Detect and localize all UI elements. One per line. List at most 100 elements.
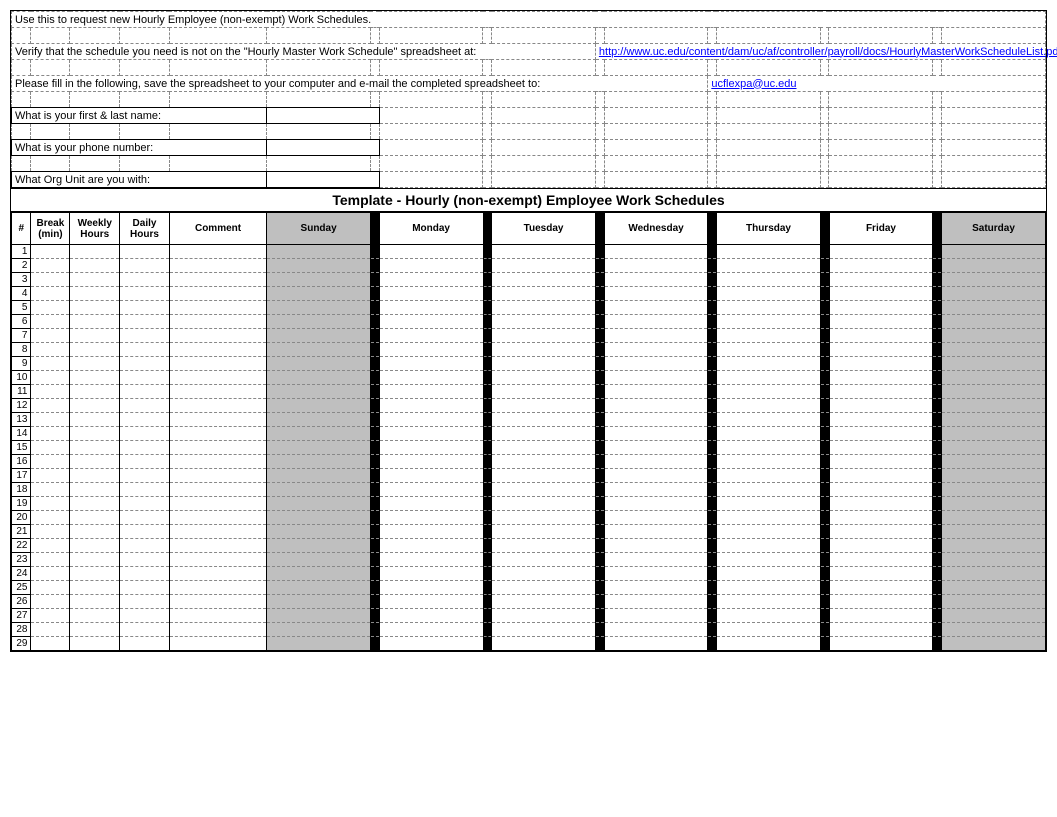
day-cell[interactable] — [717, 441, 821, 455]
day-cell[interactable] — [492, 637, 596, 651]
day-cell[interactable] — [492, 595, 596, 609]
day-cell[interactable] — [379, 441, 483, 455]
day-cell[interactable] — [379, 581, 483, 595]
cell[interactable] — [70, 539, 120, 553]
cell[interactable] — [70, 427, 120, 441]
day-cell[interactable] — [379, 245, 483, 259]
day-cell[interactable] — [942, 483, 1046, 497]
cell[interactable] — [70, 623, 120, 637]
day-cell[interactable] — [942, 553, 1046, 567]
day-cell[interactable] — [379, 427, 483, 441]
day-cell[interactable] — [942, 329, 1046, 343]
day-cell[interactable] — [492, 357, 596, 371]
cell[interactable] — [31, 497, 70, 511]
day-cell[interactable] — [379, 287, 483, 301]
day-cell[interactable] — [829, 609, 933, 623]
cell[interactable] — [169, 315, 266, 329]
day-cell[interactable] — [717, 413, 821, 427]
cell[interactable] — [169, 413, 266, 427]
day-cell[interactable] — [604, 483, 708, 497]
day-cell[interactable] — [942, 301, 1046, 315]
day-cell[interactable] — [267, 343, 371, 357]
cell[interactable] — [31, 539, 70, 553]
day-cell[interactable] — [379, 595, 483, 609]
cell[interactable] — [31, 525, 70, 539]
cell[interactable] — [70, 609, 120, 623]
day-cell[interactable] — [267, 329, 371, 343]
cell[interactable] — [120, 623, 170, 637]
day-cell[interactable] — [492, 581, 596, 595]
cell[interactable] — [120, 637, 170, 651]
day-cell[interactable] — [267, 553, 371, 567]
cell[interactable] — [120, 343, 170, 357]
day-cell[interactable] — [942, 511, 1046, 525]
day-cell[interactable] — [717, 273, 821, 287]
day-cell[interactable] — [492, 455, 596, 469]
day-cell[interactable] — [267, 539, 371, 553]
day-cell[interactable] — [379, 329, 483, 343]
day-cell[interactable] — [267, 371, 371, 385]
day-cell[interactable] — [492, 427, 596, 441]
day-cell[interactable] — [604, 525, 708, 539]
day-cell[interactable] — [492, 497, 596, 511]
day-cell[interactable] — [717, 259, 821, 273]
cell[interactable] — [169, 455, 266, 469]
day-cell[interactable] — [492, 315, 596, 329]
day-cell[interactable] — [604, 329, 708, 343]
day-cell[interactable] — [942, 623, 1046, 637]
day-cell[interactable] — [379, 301, 483, 315]
cell[interactable] — [120, 245, 170, 259]
day-cell[interactable] — [717, 469, 821, 483]
day-cell[interactable] — [492, 343, 596, 357]
cell[interactable] — [70, 371, 120, 385]
day-cell[interactable] — [942, 413, 1046, 427]
cell[interactable] — [31, 483, 70, 497]
cell[interactable] — [120, 525, 170, 539]
day-cell[interactable] — [829, 553, 933, 567]
day-cell[interactable] — [829, 399, 933, 413]
day-cell[interactable] — [942, 385, 1046, 399]
cell[interactable] — [169, 595, 266, 609]
cell[interactable] — [169, 581, 266, 595]
day-cell[interactable] — [829, 273, 933, 287]
day-cell[interactable] — [717, 329, 821, 343]
day-cell[interactable] — [267, 259, 371, 273]
cell[interactable] — [120, 581, 170, 595]
cell[interactable] — [31, 441, 70, 455]
cell[interactable] — [31, 245, 70, 259]
cell[interactable] — [120, 301, 170, 315]
cell[interactable] — [70, 595, 120, 609]
cell[interactable] — [169, 567, 266, 581]
day-cell[interactable] — [492, 483, 596, 497]
cell[interactable] — [169, 301, 266, 315]
cell[interactable] — [31, 287, 70, 301]
day-cell[interactable] — [379, 343, 483, 357]
day-cell[interactable] — [267, 357, 371, 371]
day-cell[interactable] — [717, 427, 821, 441]
input-phone[interactable] — [267, 140, 379, 156]
day-cell[interactable] — [267, 637, 371, 651]
day-cell[interactable] — [717, 287, 821, 301]
day-cell[interactable] — [604, 539, 708, 553]
cell[interactable] — [169, 637, 266, 651]
day-cell[interactable] — [942, 525, 1046, 539]
cell[interactable] — [120, 357, 170, 371]
day-cell[interactable] — [492, 609, 596, 623]
cell[interactable] — [169, 399, 266, 413]
day-cell[interactable] — [717, 245, 821, 259]
cell[interactable] — [31, 371, 70, 385]
cell[interactable] — [120, 259, 170, 273]
day-cell[interactable] — [379, 483, 483, 497]
day-cell[interactable] — [267, 273, 371, 287]
day-cell[interactable] — [604, 623, 708, 637]
day-cell[interactable] — [717, 385, 821, 399]
day-cell[interactable] — [829, 539, 933, 553]
day-cell[interactable] — [492, 469, 596, 483]
cell[interactable] — [169, 259, 266, 273]
cell[interactable] — [169, 343, 266, 357]
cell[interactable] — [70, 413, 120, 427]
day-cell[interactable] — [492, 441, 596, 455]
day-cell[interactable] — [829, 371, 933, 385]
cell[interactable] — [31, 343, 70, 357]
day-cell[interactable] — [267, 385, 371, 399]
